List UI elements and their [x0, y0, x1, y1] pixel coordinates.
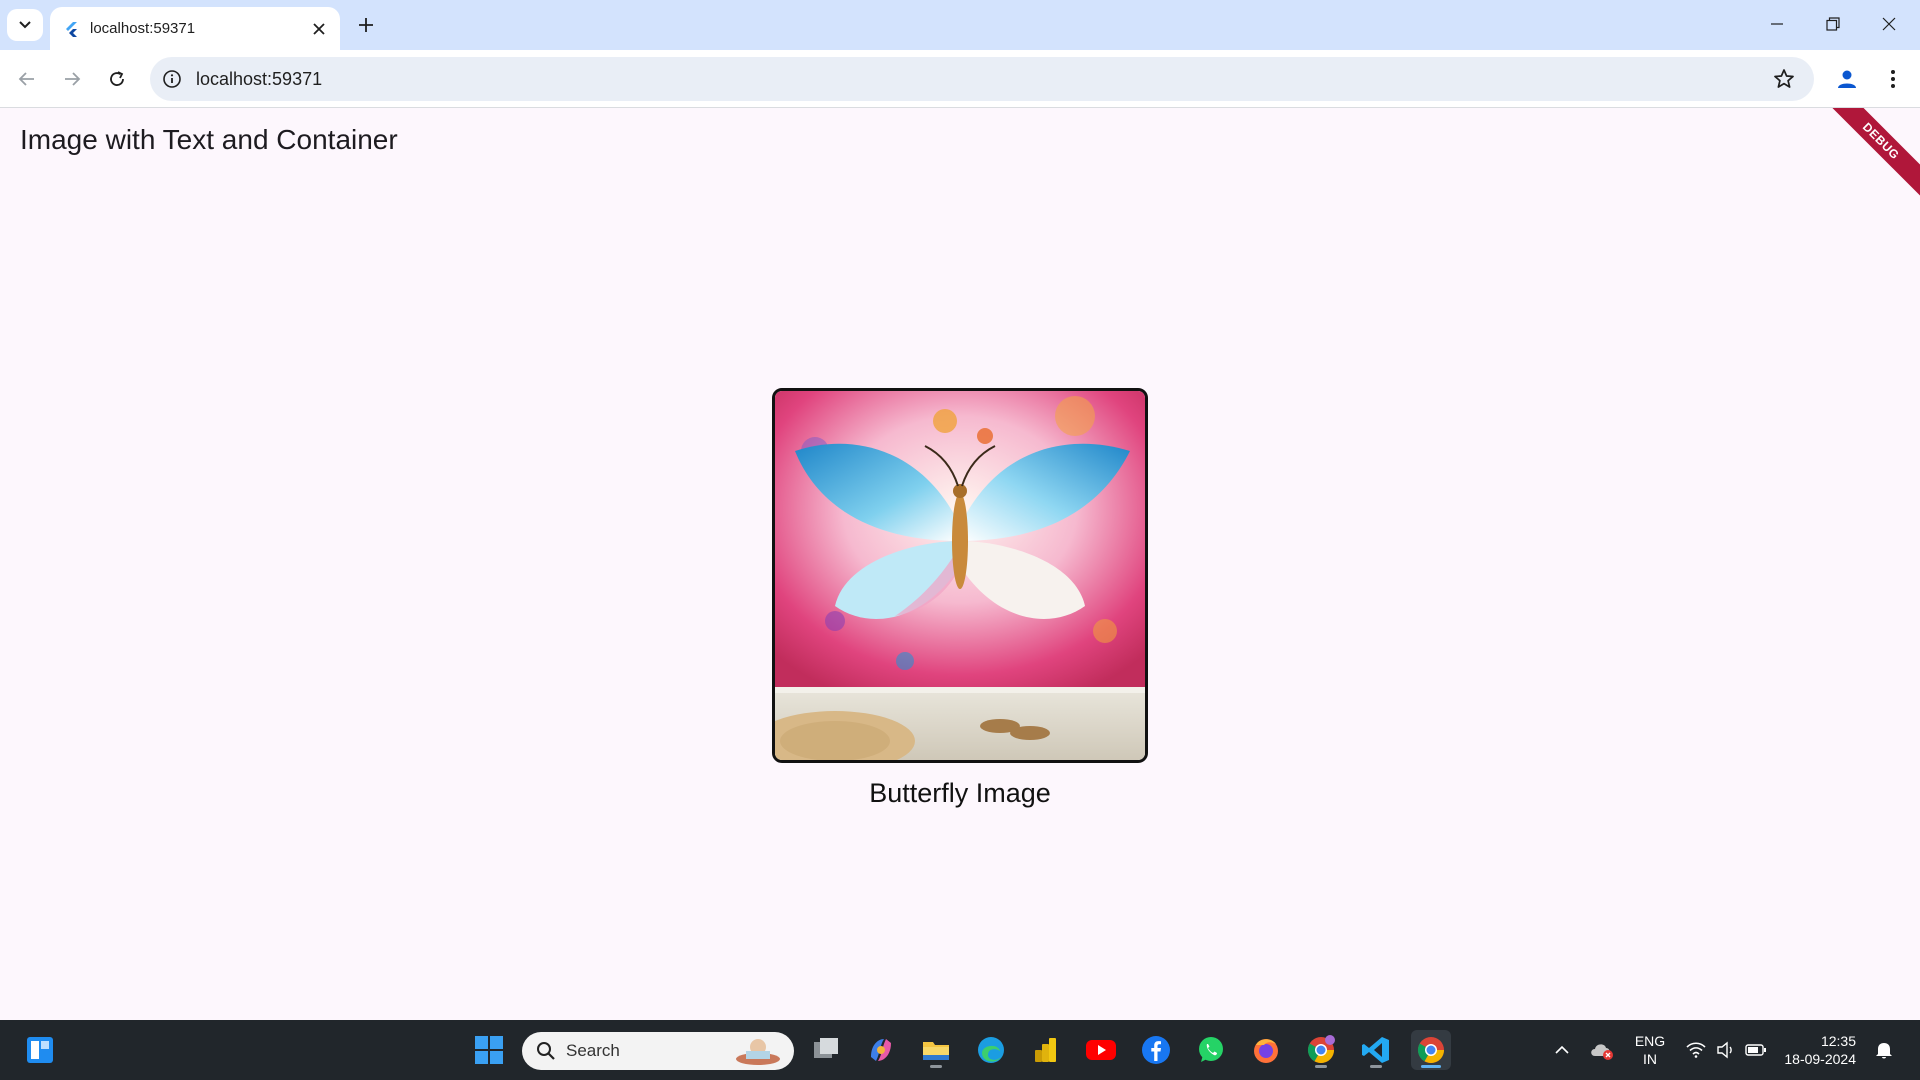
task-view-icon	[814, 1038, 838, 1058]
language-code: ENG	[1634, 1033, 1666, 1049]
widgets-button[interactable]	[20, 1030, 60, 1070]
task-view-button[interactable]	[806, 1030, 846, 1070]
restore-button[interactable]	[1810, 4, 1856, 44]
folder-icon	[923, 1042, 949, 1060]
volume-icon	[1717, 1041, 1732, 1059]
input-language-indicator[interactable]: ENG IN	[1628, 1032, 1672, 1068]
debug-banner: DEBUG	[1813, 108, 1920, 209]
clock[interactable]: 12:35 18-09-2024	[1776, 1032, 1856, 1068]
battery-icon	[1745, 1044, 1766, 1056]
widgets-icon	[27, 1037, 53, 1063]
browser-tabstrip: localhost:59371	[0, 0, 1920, 50]
vscode-button[interactable]	[1356, 1030, 1396, 1070]
taskbar-search-box[interactable]: Search	[522, 1032, 794, 1070]
youtube-icon	[1086, 1040, 1116, 1060]
youtube-button[interactable]	[1081, 1030, 1121, 1070]
address-bar[interactable]: localhost:59371	[150, 57, 1814, 101]
clock-time: 12:35	[1820, 1033, 1856, 1049]
plus-icon	[359, 18, 373, 32]
reload-button[interactable]	[100, 62, 134, 96]
copilot-button[interactable]	[861, 1030, 901, 1070]
back-button[interactable]	[10, 62, 44, 96]
restore-icon	[1826, 17, 1840, 31]
copilot-icon	[871, 1039, 891, 1061]
chevron-down-icon	[19, 21, 31, 29]
url-text[interactable]: localhost:59371	[196, 69, 322, 90]
chrome-button[interactable]	[1411, 1030, 1451, 1070]
chrome-icon	[1307, 1035, 1335, 1064]
close-window-button[interactable]	[1866, 4, 1912, 44]
whatsapp-icon	[1199, 1037, 1223, 1062]
flutter-icon	[66, 22, 77, 37]
file-explorer-button[interactable]	[916, 1030, 956, 1070]
firefox-button[interactable]	[1246, 1030, 1286, 1070]
profile-button[interactable]	[1830, 62, 1864, 96]
app-bar-title: Image with Text and Container	[20, 124, 398, 155]
firefox-icon	[1254, 1039, 1278, 1063]
butterfly-image-container	[772, 388, 1148, 763]
search-highlight-icon	[736, 1039, 780, 1065]
tab-title: localhost:59371	[90, 20, 196, 37]
forward-button[interactable]	[55, 62, 89, 96]
tab-search-button[interactable]	[7, 9, 43, 41]
active-indicator	[1421, 1065, 1441, 1068]
taskbar: Search ENG IN 12:35 18-09-2024	[0, 1020, 1920, 1080]
minimize-button[interactable]	[1754, 4, 1800, 44]
facebook-button[interactable]	[1136, 1030, 1176, 1070]
running-indicator	[1370, 1065, 1382, 1068]
avatar-icon	[1838, 70, 1856, 88]
vscode-icon	[1362, 1037, 1389, 1063]
notifications-button[interactable]	[1864, 1030, 1904, 1070]
bell-icon	[1876, 1043, 1892, 1059]
info-icon[interactable]	[162, 69, 182, 89]
power-bi-icon	[1035, 1038, 1056, 1062]
cloud-error-icon	[1591, 1044, 1613, 1060]
running-indicator	[1315, 1065, 1327, 1068]
flutter-app-page: Image with Text and Container DEBUG Butt…	[0, 108, 1920, 1020]
new-tab-button[interactable]	[352, 11, 380, 39]
arrow-left-icon	[18, 72, 34, 86]
power-bi-button[interactable]	[1026, 1030, 1066, 1070]
show-hidden-icons-button[interactable]	[1542, 1030, 1582, 1070]
search-icon	[537, 1042, 555, 1060]
browser-menu-button[interactable]	[1876, 62, 1910, 96]
close-icon	[1882, 17, 1896, 31]
facebook-icon	[1142, 1036, 1170, 1064]
browser-toolbar: localhost:59371	[0, 50, 1920, 108]
edge-icon	[978, 1037, 1004, 1063]
windows-icon	[475, 1036, 503, 1064]
butterfly-image	[775, 391, 1145, 760]
battery-button[interactable]	[1736, 1030, 1776, 1070]
edge-button[interactable]	[971, 1030, 1011, 1070]
onedrive-status-button[interactable]	[1582, 1030, 1622, 1070]
region-code: IN	[1643, 1051, 1657, 1067]
chevron-up-icon	[1555, 1045, 1569, 1054]
more-vertical-icon	[1891, 70, 1895, 88]
close-icon	[313, 23, 325, 35]
wifi-icon	[1686, 1042, 1706, 1058]
star-icon[interactable]	[1772, 67, 1796, 91]
minimize-icon	[1771, 23, 1783, 25]
search-placeholder: Search	[566, 1041, 620, 1060]
arrow-right-icon	[65, 72, 81, 86]
start-button[interactable]	[469, 1030, 509, 1070]
image-caption: Butterfly Image	[869, 778, 1051, 808]
chrome-icon	[1417, 1037, 1445, 1064]
whatsapp-button[interactable]	[1191, 1030, 1231, 1070]
chrome-profile-button[interactable]	[1301, 1030, 1341, 1070]
browser-tab[interactable]: localhost:59371	[50, 7, 340, 50]
running-indicator	[930, 1065, 942, 1068]
clock-date: 18-09-2024	[1784, 1051, 1856, 1067]
tab-close-button[interactable]	[308, 18, 330, 40]
reload-icon	[110, 71, 124, 86]
